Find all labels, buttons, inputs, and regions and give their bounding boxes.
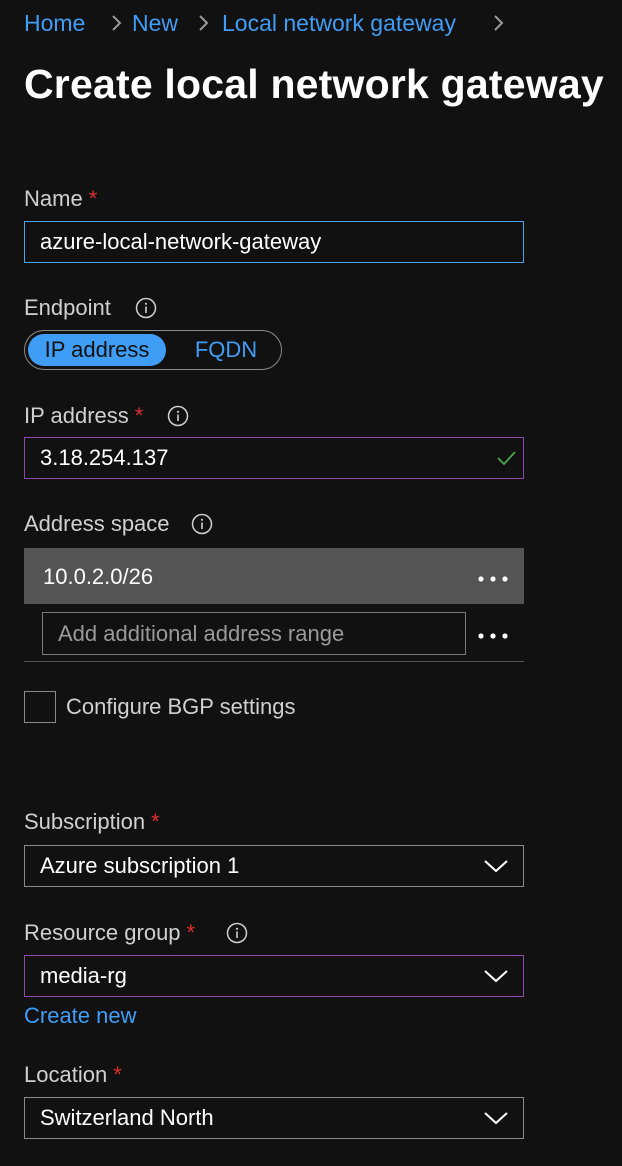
subscription-label-text: Subscription <box>24 809 146 834</box>
location-label: Location * <box>24 1060 122 1090</box>
location-value: Switzerland North <box>40 1105 214 1130</box>
name-input-value: azure-local-network-gateway <box>40 229 322 254</box>
chevron-down-icon <box>483 857 509 875</box>
breadcrumb-new[interactable]: New <box>132 8 178 38</box>
bgp-checkbox[interactable] <box>24 691 56 723</box>
info-icon[interactable] <box>191 513 213 535</box>
name-input[interactable]: azure-local-network-gateway <box>24 221 524 263</box>
location-select[interactable]: Switzerland North <box>24 1097 524 1139</box>
required-asterisk: * <box>88 186 98 211</box>
resource-group-label-text: Resource group <box>24 920 181 945</box>
resource-group-label: Resource group * <box>24 918 195 948</box>
location-label-text: Location <box>24 1062 108 1087</box>
ip-address-label: IP address * <box>24 401 143 431</box>
breadcrumb-local-network-gateway[interactable]: Local network gateway <box>222 8 456 38</box>
name-label-text: Name <box>24 186 83 211</box>
info-icon[interactable] <box>226 922 248 944</box>
resource-group-select[interactable]: media-rg <box>24 955 524 997</box>
page-title: Create local network gateway <box>24 61 604 107</box>
endpoint-option-fqdn[interactable]: FQDN <box>181 334 271 366</box>
info-icon[interactable] <box>135 297 157 319</box>
add-address-range-input[interactable] <box>42 612 466 655</box>
subscription-select[interactable]: Azure subscription 1 <box>24 845 524 887</box>
address-space-row[interactable]: 10.0.2.0/26 <box>24 548 524 604</box>
ip-address-label-text: IP address <box>24 403 129 428</box>
chevron-down-icon <box>483 967 509 985</box>
name-label: Name * <box>24 184 97 214</box>
ip-address-value: 3.18.254.137 <box>40 445 169 470</box>
endpoint-option-ip-address[interactable]: IP address <box>28 334 166 366</box>
more-options-icon[interactable] <box>476 628 510 639</box>
chevron-right-icon <box>108 12 126 34</box>
more-options-icon[interactable] <box>476 571 510 582</box>
chevron-down-icon <box>483 1109 509 1127</box>
chevron-right-icon <box>490 12 508 34</box>
divider <box>24 661 524 662</box>
address-space-label: Address space <box>24 511 170 536</box>
endpoint-label: Endpoint <box>24 295 111 320</box>
info-icon[interactable] <box>167 405 189 427</box>
chevron-right-icon <box>195 12 213 34</box>
subscription-label: Subscription * <box>24 807 160 837</box>
endpoint-toggle: IP address FQDN <box>24 330 282 370</box>
breadcrumb-home[interactable]: Home <box>24 8 85 38</box>
bgp-checkbox-label[interactable]: Configure BGP settings <box>66 692 296 722</box>
required-asterisk: * <box>134 403 144 428</box>
resource-group-value: media-rg <box>40 963 127 988</box>
checkmark-icon <box>495 448 517 468</box>
required-asterisk: * <box>113 1062 122 1087</box>
required-asterisk: * <box>186 920 196 945</box>
required-asterisk: * <box>151 809 160 834</box>
subscription-value: Azure subscription 1 <box>40 853 240 878</box>
address-space-entry: 10.0.2.0/26 <box>43 564 154 589</box>
create-new-link[interactable]: Create new <box>24 1001 137 1031</box>
ip-address-input[interactable]: 3.18.254.137 <box>24 437 524 479</box>
